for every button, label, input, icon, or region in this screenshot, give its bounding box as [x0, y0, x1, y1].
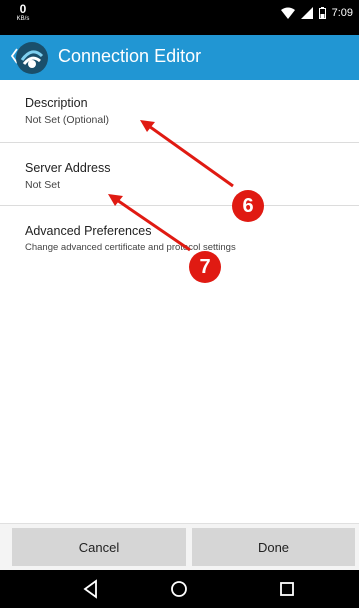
annotation-badge-6: 6 [232, 190, 264, 222]
preference-summary: Not Set [25, 179, 61, 191]
status-icons: 7:09 [280, 6, 353, 20]
preference-summary: Not Set (Optional) [25, 114, 110, 126]
cell-signal-icon [300, 7, 313, 19]
page-title: Connection Editor [58, 46, 202, 66]
preference-title: Server Address [25, 161, 111, 175]
advanced-preferences-preference[interactable]: Advanced Preferences Change advanced cer… [0, 206, 359, 266]
done-button[interactable]: Done [192, 528, 355, 566]
clock: 7:09 [331, 7, 353, 19]
description-preference[interactable]: Description Not Set (Optional) [0, 80, 359, 143]
status-bar: 0 KB/s 7:09 [0, 0, 359, 35]
preference-title: Description [25, 96, 88, 110]
cancel-button[interactable]: Cancel [12, 528, 186, 566]
network-speed: 0 KB/s [12, 3, 34, 22]
preference-title: Advanced Preferences [25, 224, 152, 238]
navigation-bar [0, 570, 359, 608]
button-bar: Cancel Done [0, 523, 359, 570]
nav-home-icon[interactable] [168, 578, 190, 600]
app-bar: Connection Editor [0, 35, 359, 80]
annotation-badge-7: 7 [189, 251, 221, 283]
battery-icon [318, 7, 326, 19]
wifi-icon [280, 7, 295, 19]
network-speed-unit: KB/s [16, 16, 30, 22]
network-speed-value: 0 [19, 2, 27, 16]
server-address-preference[interactable]: Server Address Not Set [0, 143, 359, 206]
app-logo-icon[interactable] [16, 42, 48, 74]
nav-recents-icon[interactable] [276, 578, 298, 600]
nav-back-icon[interactable] [80, 578, 102, 600]
